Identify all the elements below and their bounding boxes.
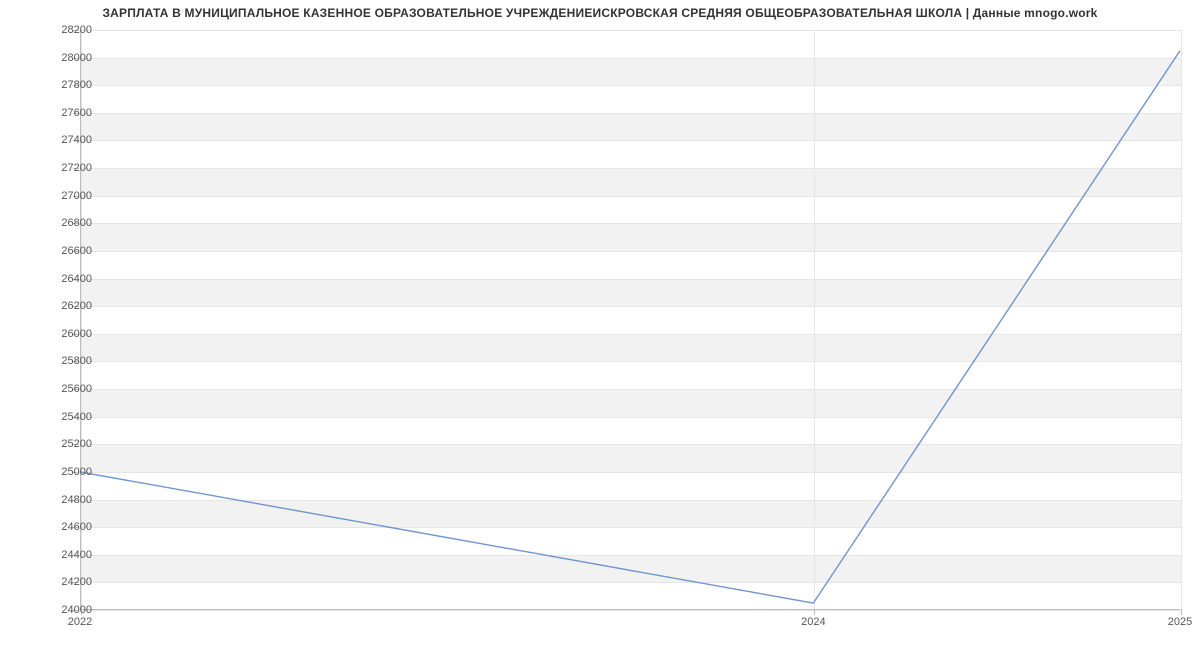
y-tick-label: 28200 [32, 24, 92, 36]
y-tick-label: 27800 [32, 79, 92, 91]
y-tick-label: 25000 [32, 466, 92, 478]
x-tick [1181, 609, 1182, 615]
x-tick-label: 2025 [1168, 616, 1192, 628]
y-tick-label: 25200 [32, 438, 92, 450]
y-tick-label: 27000 [32, 190, 92, 202]
chart-container: ЗАРПЛАТА В МУНИЦИПАЛЬНОЕ КАЗЕННОЕ ОБРАЗО… [0, 0, 1200, 650]
y-tick-label: 24200 [32, 576, 92, 588]
line-series [80, 30, 1180, 610]
y-tick-label: 25400 [32, 411, 92, 423]
y-tick-label: 25600 [32, 383, 92, 395]
y-gridline [81, 610, 1181, 611]
x-gridline [1181, 30, 1182, 610]
y-tick-label: 25800 [32, 355, 92, 367]
y-tick-label: 24000 [32, 604, 92, 616]
chart-title: ЗАРПЛАТА В МУНИЦИПАЛЬНОЕ КАЗЕННОЕ ОБРАЗО… [0, 6, 1200, 20]
y-tick-label: 28000 [32, 52, 92, 64]
y-tick-label: 27400 [32, 134, 92, 146]
salary-line [80, 51, 1180, 603]
y-tick-label: 27600 [32, 107, 92, 119]
x-tick-label: 2022 [68, 616, 92, 628]
plot-area-wrapper: 202220242025 [80, 30, 1180, 610]
y-tick-label: 27200 [32, 162, 92, 174]
x-tick-label: 2024 [801, 616, 825, 628]
y-tick-label: 26600 [32, 245, 92, 257]
y-tick-label: 26800 [32, 217, 92, 229]
y-tick-label: 26200 [32, 300, 92, 312]
y-tick-label: 24400 [32, 549, 92, 561]
y-tick-label: 26000 [32, 328, 92, 340]
y-tick-label: 24600 [32, 521, 92, 533]
y-tick-label: 24800 [32, 494, 92, 506]
y-tick-label: 26400 [32, 273, 92, 285]
